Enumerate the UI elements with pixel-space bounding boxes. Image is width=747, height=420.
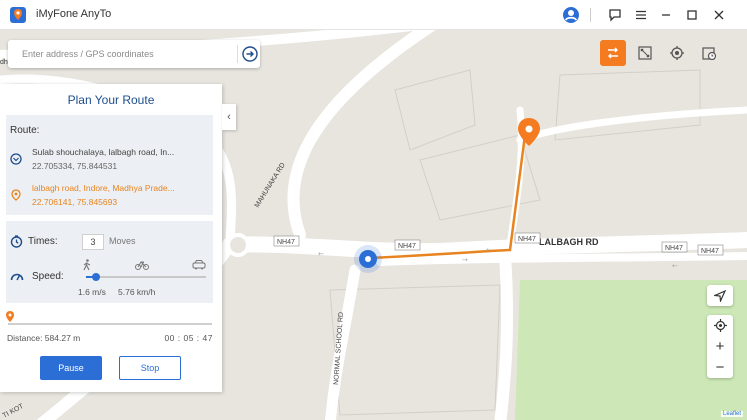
moves-label: Moves [109, 236, 136, 246]
menu-icon[interactable] [631, 5, 651, 25]
label-lalbagh-rd: LALBAGH RD [539, 237, 599, 247]
speed-kmh: 5.76 km/h [118, 287, 156, 297]
navigation-arrow-icon [707, 285, 733, 306]
distance-text: Distance: 584.27 m [7, 333, 81, 343]
locate-me-button[interactable] [707, 315, 733, 336]
teleport-target-button[interactable] [664, 40, 690, 66]
zoom-control-group: + − [707, 315, 733, 378]
svg-text:NH47: NH47 [518, 236, 536, 243]
route-info-box: Route: Sulab shouchalaya, lalbagh road, … [6, 115, 213, 215]
history-icon [702, 47, 717, 61]
times-label: Times: [28, 236, 58, 247]
end-point-icon [11, 189, 21, 201]
speed-slider[interactable] [86, 273, 206, 281]
start-coordinates: 22.705334, 75.844531 [32, 161, 118, 171]
close-icon[interactable] [709, 5, 729, 25]
speed-ms: 1.6 m/s [78, 287, 106, 297]
svg-text:←: ← [672, 262, 678, 270]
start-point-icon [10, 153, 22, 165]
pause-button[interactable]: Pause [40, 356, 102, 380]
times-input[interactable]: 3 [82, 234, 104, 250]
account-icon[interactable] [561, 5, 581, 25]
multi-spot-route-icon [608, 47, 618, 59]
titlebar-divider [590, 8, 591, 22]
speedometer-icon [10, 273, 24, 281]
end-coordinates: 22.706141, 75.845693 [32, 197, 118, 207]
app-window: iMyFone AnyTo MAHUNAKA RD LALBAGH RD NOR… [0, 0, 747, 420]
search-divider [237, 45, 238, 63]
movement-settings-box: Times: 3 Moves Speed: 1.6 m/s 5.76 km/h [6, 221, 213, 303]
app-logo-icon [10, 7, 26, 23]
stop-button[interactable]: Stop [119, 356, 181, 380]
jump-teleport-icon [638, 46, 652, 60]
car-icon[interactable] [192, 259, 206, 270]
teleport-target-icon [670, 46, 684, 60]
route-panel: Plan Your Route Route: Sulab shouchalaya… [0, 84, 222, 392]
label-corner-top: 8 [429, 30, 433, 32]
timer-icon [10, 235, 23, 248]
speed-slider-thumb[interactable] [91, 273, 100, 281]
svg-text:→: → [462, 256, 468, 264]
walk-icon[interactable] [82, 259, 92, 271]
zoom-out-button[interactable]: − [707, 357, 733, 378]
search-go-icon[interactable] [241, 45, 259, 63]
title-bar: iMyFone AnyTo [0, 0, 747, 30]
history-button[interactable] [696, 40, 722, 66]
elapsed-time: 00 : 05 : 47 [164, 333, 213, 343]
route-label: Route: [10, 125, 40, 136]
svg-text:←: ← [318, 250, 324, 258]
search-input[interactable] [8, 40, 232, 68]
crosshair-icon [713, 319, 727, 332]
collapse-panel-button[interactable]: ‹ [222, 104, 236, 130]
multi-spot-route-button[interactable] [600, 40, 626, 66]
jump-teleport-button[interactable] [632, 40, 658, 66]
svg-text:NH47: NH47 [665, 245, 683, 252]
minimize-icon[interactable] [656, 5, 676, 25]
svg-text:NH47: NH47 [398, 243, 416, 250]
map-attribution[interactable]: Leaflet [720, 411, 743, 417]
svg-text:NH47: NH47 [277, 239, 295, 246]
svg-text:NH47: NH47 [701, 248, 719, 255]
mode-toolbar [600, 40, 722, 66]
zoom-in-button[interactable]: + [707, 336, 733, 357]
locate-direction-button[interactable] [707, 285, 733, 306]
address-search-box [8, 40, 260, 68]
bike-icon[interactable] [135, 259, 149, 270]
app-title: iMyFone AnyTo [36, 8, 112, 20]
start-address: Sulab shouchalaya, lalbagh road, In... [32, 147, 175, 157]
end-address: lalbagh road, Indore, Madhya Prade... [32, 183, 175, 193]
maximize-icon[interactable] [682, 5, 702, 25]
route-progress-bar [8, 323, 212, 325]
current-location-marker [354, 245, 382, 273]
feedback-icon[interactable] [605, 5, 625, 25]
svg-text:←: ← [486, 246, 492, 254]
speed-label: Speed: [32, 271, 64, 282]
panel-title: Plan Your Route [67, 93, 155, 107]
